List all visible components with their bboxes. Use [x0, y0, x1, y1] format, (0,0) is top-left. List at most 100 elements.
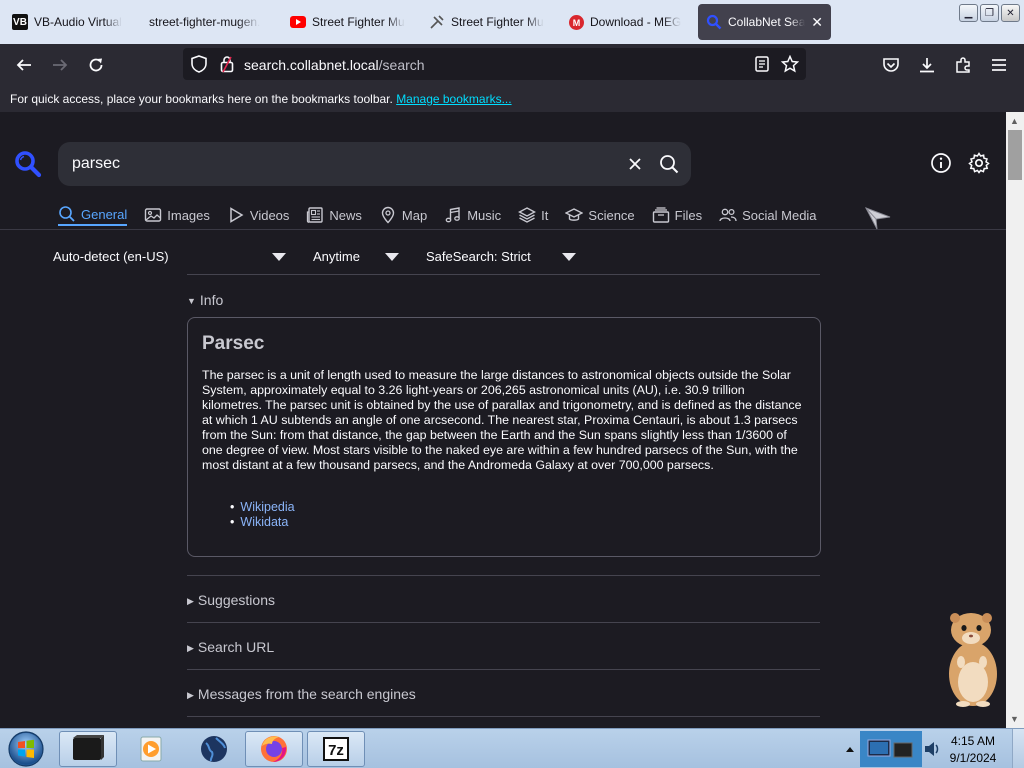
reader-view-icon[interactable]	[751, 53, 773, 75]
tab-mega-download[interactable]: M Download - MEG	[560, 4, 696, 40]
language-select[interactable]: Auto-detect (en-US)	[53, 249, 169, 264]
terminal-icon	[73, 735, 104, 760]
divider	[187, 575, 820, 576]
svg-text:7z: 7z	[328, 742, 344, 759]
tab-videos[interactable]: Videos	[227, 204, 290, 226]
newspaper-icon	[307, 207, 324, 223]
tray-app-highlight[interactable]	[860, 731, 922, 767]
divider	[187, 669, 820, 670]
tab-general[interactable]: General	[58, 204, 128, 226]
tab-map[interactable]: Map	[379, 204, 427, 226]
minimize-button[interactable]: ▁	[959, 4, 978, 22]
infobox-links: Wikipedia Wikidata	[230, 500, 295, 530]
info-icon[interactable]	[930, 152, 952, 174]
taskbar-item-terminal[interactable]	[59, 731, 117, 767]
chevron-down-icon[interactable]	[272, 253, 286, 261]
taskbar-clock[interactable]: 4:15 AM 9/1/2024	[944, 733, 1002, 767]
scroll-down-icon[interactable]: ▼	[1010, 714, 1019, 724]
volume-icon[interactable]	[922, 737, 942, 761]
url-text[interactable]: search.collabnet.local/search	[244, 57, 425, 73]
search-input[interactable]: parsec	[72, 155, 120, 173]
clock-date: 9/1/2024	[949, 751, 997, 765]
tab-images[interactable]: Images	[144, 204, 210, 226]
taskbar-item-globe[interactable]	[185, 731, 243, 767]
section-label: Search URL	[197, 639, 275, 655]
forward-icon[interactable]	[49, 54, 71, 76]
search-logo-icon[interactable]	[14, 150, 42, 178]
game-icon	[429, 14, 445, 30]
wikipedia-link[interactable]: Wikipedia	[240, 500, 294, 515]
back-icon[interactable]	[13, 54, 35, 76]
gear-icon[interactable]	[968, 152, 990, 174]
show-hidden-icons-button[interactable]	[840, 729, 860, 768]
star-icon[interactable]	[779, 53, 801, 75]
tab-it[interactable]: It	[518, 204, 548, 226]
tab-science[interactable]: Science	[565, 204, 635, 226]
tab-label: Social Media	[742, 207, 817, 223]
close-window-button[interactable]: ✕	[1001, 4, 1020, 22]
url-bar[interactable]: search.collabnet.local/search	[183, 48, 806, 80]
tab-music[interactable]: Music	[444, 204, 501, 226]
tab-label: Science	[588, 207, 635, 223]
manage-bookmarks-link[interactable]: Manage bookmarks...	[396, 92, 511, 106]
tab-label: VB-Audio Virtual	[34, 15, 122, 29]
tab-youtube-street-fighter[interactable]: Street Fighter Mu	[282, 4, 418, 40]
taskbar: 7z 4:15 AM 9/1/2024	[0, 728, 1024, 768]
globe-icon	[201, 736, 227, 762]
scroll-up-icon[interactable]: ▲	[1010, 116, 1019, 126]
suggestions-section-toggle[interactable]: ▶ Suggestions	[187, 592, 275, 608]
safesearch-value: SafeSearch: Strict	[426, 249, 531, 264]
tab-collabnet-search[interactable]: CollabNet Sear ✕	[698, 4, 831, 40]
infobox: Parsec The parsec is a unit of length us…	[187, 317, 821, 557]
taskbar-item-media-player[interactable]	[122, 731, 180, 767]
chevron-down-icon[interactable]	[562, 253, 576, 261]
window-controls: ▁ ❐ ✕	[959, 4, 1020, 22]
page-scrollbar[interactable]: ▲ ▼	[1006, 112, 1024, 728]
search-icon[interactable]	[658, 153, 680, 175]
tab-street-fighter-mugen[interactable]: street-fighter-mugen.	[143, 4, 279, 40]
hamster-mascot-icon[interactable]	[941, 604, 1005, 708]
music-icon	[445, 207, 461, 223]
restore-button[interactable]: ❐	[980, 4, 999, 22]
download-icon[interactable]	[916, 54, 938, 76]
show-desktop-button[interactable]	[1012, 729, 1024, 768]
shield-icon[interactable]	[188, 53, 210, 75]
menu-icon[interactable]	[988, 54, 1010, 76]
map-pin-icon	[381, 206, 395, 224]
svg-text:M: M	[572, 18, 580, 28]
chevron-up-icon	[846, 747, 854, 752]
clear-icon[interactable]	[624, 153, 646, 175]
engine-messages-section-toggle[interactable]: ▶ Messages from the search engines	[187, 686, 416, 702]
collapsed-triangle-icon: ▶	[187, 690, 194, 700]
navigation-bar: search.collabnet.local/search	[0, 44, 1024, 86]
expanded-triangle-icon: ▼	[187, 296, 196, 306]
tab-label: street-fighter-mugen.	[149, 15, 261, 29]
safesearch-select[interactable]: SafeSearch: Strict	[426, 249, 531, 264]
taskbar-item-firefox[interactable]	[245, 731, 303, 767]
reload-icon[interactable]	[85, 54, 107, 76]
url-path: /search	[378, 57, 425, 73]
extensions-icon[interactable]	[952, 54, 974, 76]
info-section-toggle[interactable]: ▼ Info	[187, 292, 223, 308]
pocket-icon[interactable]	[880, 54, 902, 76]
infobox-description: The parsec is a unit of length used to m…	[202, 368, 802, 472]
search-url-section-toggle[interactable]: ▶ Search URL	[187, 639, 274, 655]
chevron-down-icon[interactable]	[385, 253, 399, 261]
tab-label: Videos	[249, 207, 290, 223]
close-icon[interactable]: ✕	[811, 14, 823, 31]
taskbar-item-7zip[interactable]: 7z	[307, 731, 365, 767]
tab-news[interactable]: News	[306, 204, 362, 226]
tab-vb-audio[interactable]: VB VB-Audio Virtual	[4, 4, 140, 40]
tab-label: News	[329, 207, 362, 223]
tab-street-fighter-game[interactable]: Street Fighter Mu	[421, 4, 557, 40]
send-icon[interactable]	[864, 206, 892, 230]
tab-label: Download - MEG	[590, 15, 682, 29]
time-range-select[interactable]: Anytime	[313, 249, 360, 264]
scrollbar-thumb[interactable]	[1008, 130, 1022, 180]
wikidata-link[interactable]: Wikidata	[240, 515, 295, 530]
start-button-icon[interactable]	[6, 730, 46, 768]
tab-files[interactable]: Files	[652, 204, 702, 226]
tab-social-media[interactable]: Social Media	[719, 204, 817, 226]
tab-label: Music	[467, 207, 502, 223]
lock-icon[interactable]	[216, 53, 238, 75]
